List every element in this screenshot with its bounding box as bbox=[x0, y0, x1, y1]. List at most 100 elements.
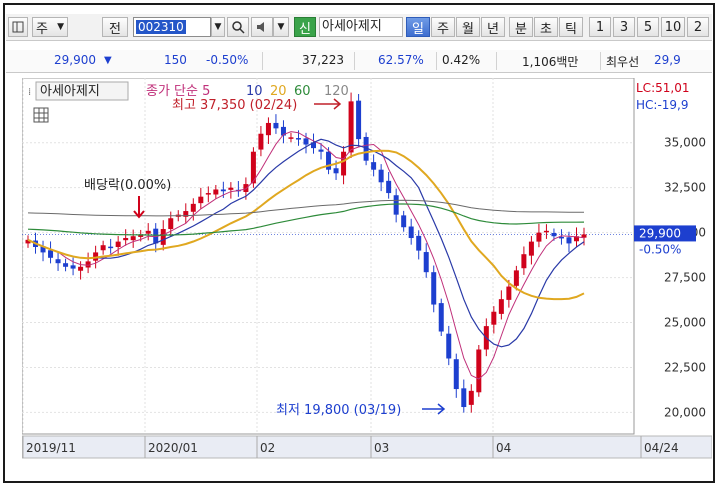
y-tick-label: 32,500 bbox=[664, 181, 706, 195]
x-tick-label: 2019/11 bbox=[26, 441, 76, 455]
y-axis: 35,00032,50030,00027,50025,00022,50020,0… bbox=[664, 136, 706, 420]
table-icon[interactable] bbox=[33, 107, 49, 123]
quote-bar: 29,900 ▼ 150 -0.50% 37,223 62.57% 0.42% … bbox=[6, 50, 712, 73]
candle-body bbox=[468, 390, 474, 405]
sound-button[interactable] bbox=[251, 17, 273, 37]
candle-body bbox=[438, 303, 444, 332]
candle-body bbox=[408, 226, 414, 239]
down-arrow-icon: ▼ bbox=[104, 55, 112, 66]
y-tick-label: 25,000 bbox=[664, 316, 706, 330]
candle-body bbox=[551, 232, 557, 237]
toolbar: 주 ▼ 전 002310 ▼ ▼ 신 아세아제지 일 주 월 년 분 초 틱 1 … bbox=[6, 14, 712, 41]
candle-body bbox=[446, 333, 452, 359]
period-label: 분 bbox=[515, 21, 527, 37]
candle-body bbox=[55, 259, 61, 264]
candle-body bbox=[543, 230, 549, 233]
candle-body bbox=[401, 215, 407, 228]
chart-type-label: 주 bbox=[36, 21, 48, 37]
volume: 37,223 bbox=[302, 53, 344, 67]
stock-code-input[interactable]: 002310 bbox=[133, 17, 211, 37]
candle-body bbox=[243, 184, 249, 192]
candle-body bbox=[333, 168, 339, 174]
candle-body bbox=[513, 270, 519, 286]
candle-body bbox=[528, 241, 534, 256]
candle-body bbox=[115, 241, 121, 248]
layout-icon[interactable] bbox=[8, 17, 28, 37]
low-annotation: 최저 19,800 (03/19) bbox=[276, 403, 401, 418]
interval-1-button[interactable]: 1 bbox=[589, 17, 611, 37]
period-day-tab[interactable]: 일 bbox=[406, 17, 430, 37]
candle-body bbox=[108, 246, 114, 249]
current-price: 29,900 bbox=[54, 53, 96, 67]
candle-body bbox=[566, 237, 572, 244]
new-listing-button[interactable]: 신 bbox=[294, 17, 316, 37]
lc-label: LC:51,01 bbox=[636, 81, 689, 95]
candle-body bbox=[461, 388, 467, 408]
period-second-tab[interactable]: 초 bbox=[534, 17, 558, 37]
best-quote-price: 29,9 bbox=[654, 53, 681, 67]
candle-body bbox=[265, 122, 271, 136]
candle-body bbox=[205, 193, 211, 195]
legend-marker: ⁞ bbox=[28, 87, 31, 98]
period-label: 초 bbox=[540, 21, 552, 37]
interval-2-button[interactable]: 2 bbox=[687, 17, 709, 37]
period-label: 틱 bbox=[565, 21, 577, 37]
legend-ma60: 60 bbox=[294, 84, 311, 99]
price-chart[interactable]: 35,00032,50030,00027,50025,00022,50020,0… bbox=[21, 77, 713, 460]
candlestick-chart[interactable]: 35,00032,50030,00027,50025,00022,50020,0… bbox=[21, 77, 713, 460]
sound-dropdown-button[interactable]: ▼ bbox=[273, 17, 289, 37]
candle-body bbox=[190, 203, 196, 212]
y-tick-label: 27,500 bbox=[664, 271, 706, 285]
interval-label: 3 bbox=[619, 19, 629, 35]
period-week-tab[interactable]: 주 bbox=[431, 17, 455, 37]
dividend-annotation: 배당락(0.00%) bbox=[84, 178, 171, 193]
change-percent: -0.50% bbox=[206, 53, 249, 67]
period-label: 주 bbox=[437, 21, 449, 37]
chevron-down-icon: ▼ bbox=[277, 22, 285, 32]
interval-label: 5 bbox=[643, 19, 653, 35]
period-label: 년 bbox=[487, 21, 499, 37]
code-dropdown-button[interactable]: ▼ bbox=[211, 17, 225, 37]
candle-body bbox=[453, 359, 459, 390]
candle-body bbox=[295, 138, 301, 140]
candle-body bbox=[506, 286, 512, 300]
chart-type-select[interactable]: 주 ▼ bbox=[32, 17, 68, 37]
candle-body bbox=[423, 252, 429, 273]
legend-ma20: 20 bbox=[270, 84, 287, 99]
legend-name: 아세아제지 bbox=[40, 84, 100, 99]
candle-body bbox=[393, 195, 399, 215]
last-price-marker: 29,900 -0.50% bbox=[634, 225, 696, 256]
candle-body bbox=[378, 169, 384, 183]
x-tick-label: 04/24 bbox=[644, 441, 679, 455]
candle-body bbox=[70, 265, 76, 269]
search-icon bbox=[232, 21, 245, 34]
candle-body bbox=[498, 299, 504, 314]
candle-body bbox=[228, 187, 234, 190]
best-quote-label: 최우선 bbox=[606, 55, 640, 69]
interval-3-button[interactable]: 3 bbox=[613, 17, 635, 37]
stock-name-field: 아세아제지 bbox=[319, 17, 403, 37]
candle-body bbox=[123, 238, 129, 241]
candle-body bbox=[476, 349, 482, 393]
prev-button[interactable]: 전 bbox=[102, 17, 128, 37]
new-label: 신 bbox=[299, 21, 311, 37]
interval-5-button[interactable]: 5 bbox=[637, 17, 659, 37]
divider bbox=[354, 52, 355, 70]
search-button[interactable] bbox=[227, 17, 249, 37]
candle-body bbox=[431, 272, 437, 305]
hc-label: HC:-19,9 bbox=[636, 98, 689, 112]
interval-10-button[interactable]: 10 bbox=[661, 17, 685, 37]
speaker-icon bbox=[257, 22, 264, 32]
stock-code-value: 002310 bbox=[136, 20, 186, 34]
candle-body bbox=[356, 100, 362, 140]
candle-body bbox=[288, 137, 294, 139]
candle-body bbox=[213, 189, 219, 195]
period-month-tab[interactable]: 월 bbox=[456, 17, 480, 37]
chevron-down-icon: ▼ bbox=[57, 22, 64, 32]
candle-body bbox=[273, 122, 279, 129]
interval-label: 2 bbox=[693, 19, 703, 35]
period-minute-tab[interactable]: 분 bbox=[509, 17, 533, 37]
period-year-tab[interactable]: 년 bbox=[481, 17, 505, 37]
period-tick-tab[interactable]: 틱 bbox=[559, 17, 583, 37]
y-tick-label: 22,500 bbox=[664, 360, 706, 374]
